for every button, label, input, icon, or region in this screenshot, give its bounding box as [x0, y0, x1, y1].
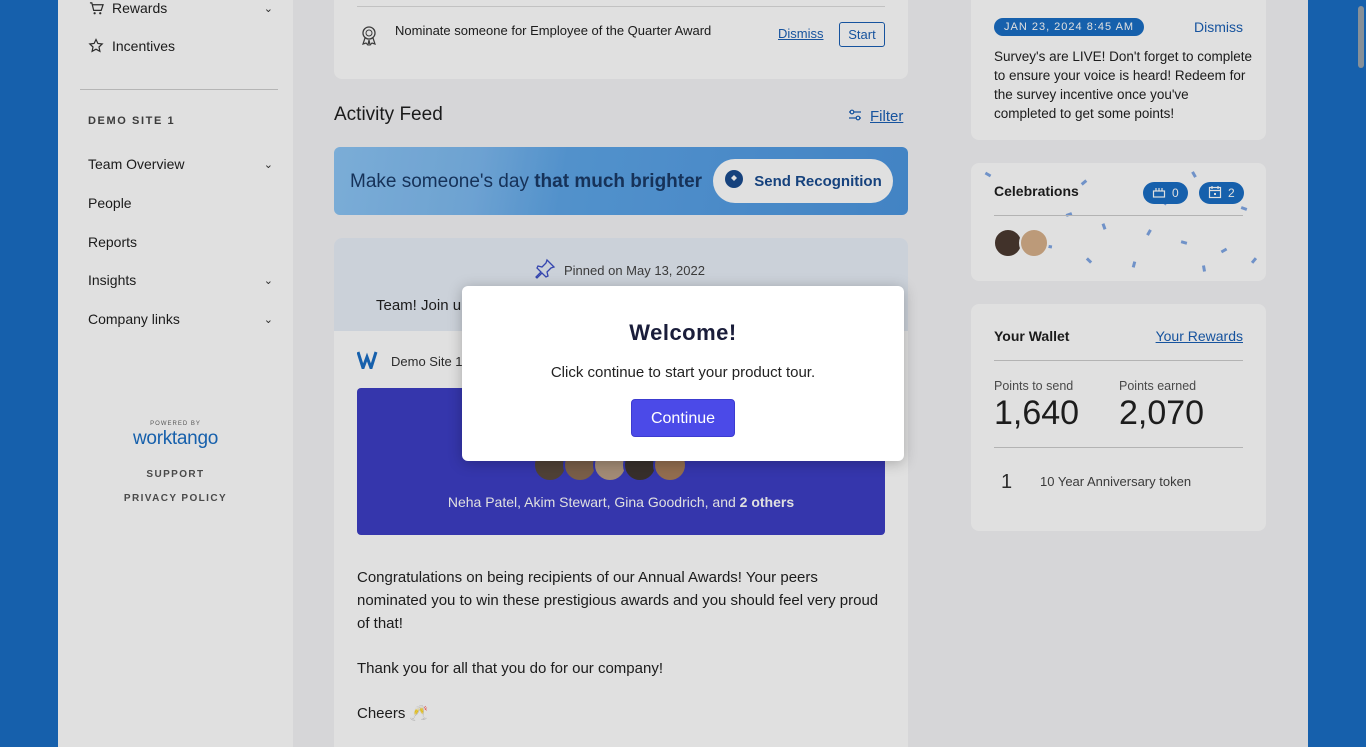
continue-button[interactable]: Continue — [631, 399, 735, 437]
modal-message: Click continue to start your product tou… — [550, 364, 816, 381]
welcome-modal: Welcome! Click continue to start your pr… — [462, 286, 904, 461]
modal-title: Welcome! — [629, 320, 737, 345]
